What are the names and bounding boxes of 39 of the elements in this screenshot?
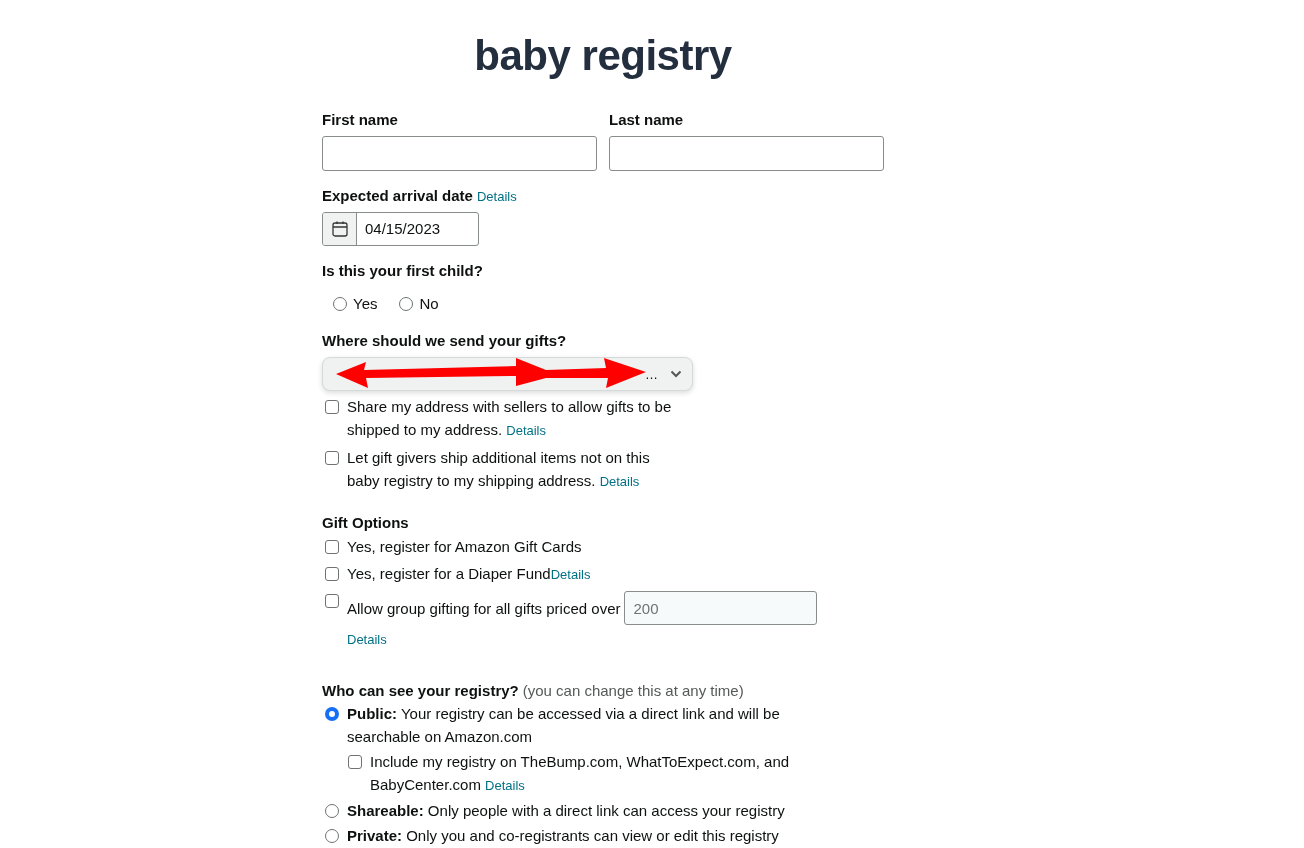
name-field[interactable] <box>322 136 597 171</box>
checkbox[interactable] <box>348 755 362 769</box>
name-field[interactable] <box>609 136 884 171</box>
checkbox[interactable] <box>325 594 339 608</box>
details-link[interactable]: Details <box>347 628 818 651</box>
date-field[interactable]: 04/15/2023 <box>322 212 479 246</box>
option-text: Include my registry on TheBump.com, WhatToExpect.com, and BabyCenter.com Details <box>370 752 791 795</box>
radio-option[interactable]: Yes <box>333 294 378 314</box>
checkbox[interactable] <box>325 567 339 581</box>
section-heading: Who can see your registry? <box>322 681 519 700</box>
section-heading: Gift Options <box>322 513 410 532</box>
option-text: Shareable: Only people with a direct link can access your registry <box>347 801 786 821</box>
details-link[interactable]: Details <box>506 423 546 438</box>
option-text: Public: Your registry can be accessed via a direct link and will be searchable on Amazon.com <box>347 704 781 747</box>
page-title: baby registry <box>474 31 732 81</box>
question-label: Where should we send your gifts? <box>322 331 568 350</box>
option-text: Yes, register for Amazon Gift Cards <box>347 537 582 557</box>
hint-text: (you can change this at any time) <box>522 682 744 699</box>
details-link[interactable]: Details <box>599 474 640 489</box>
option-text: Yes, register for a Diaper FundDetails <box>347 564 591 584</box>
details-link[interactable]: Details <box>485 778 525 793</box>
details-link[interactable]: Details <box>476 189 517 204</box>
chevron-icon <box>670 370 682 378</box>
checkbox[interactable] <box>325 451 339 465</box>
option-text: Let gift givers ship additional items not on this baby registry to my shipping address. Details <box>347 448 651 491</box>
radio-option[interactable]: No <box>399 294 439 314</box>
checkbox[interactable] <box>325 400 339 414</box>
radio-button[interactable] <box>325 707 339 721</box>
question-label: Is this your first child? <box>322 261 484 280</box>
field-label: Expected arrival date <box>322 186 473 205</box>
option-text: Share my address with sellers to allow gifts to be shipped to my address. Details <box>347 397 673 440</box>
option-text: Allow group gifting for all gifts priced over <box>347 598 621 619</box>
field-label: Last name <box>609 110 685 129</box>
calendar-icon <box>330 220 349 238</box>
details-link[interactable]: Details <box>550 567 591 582</box>
checkbox[interactable] <box>325 540 339 554</box>
field-label: First name <box>322 110 399 129</box>
option-text: Private: Only you and co-registrants can view or edit this registry <box>347 826 780 846</box>
amount-field[interactable]: 200 <box>624 591 818 625</box>
